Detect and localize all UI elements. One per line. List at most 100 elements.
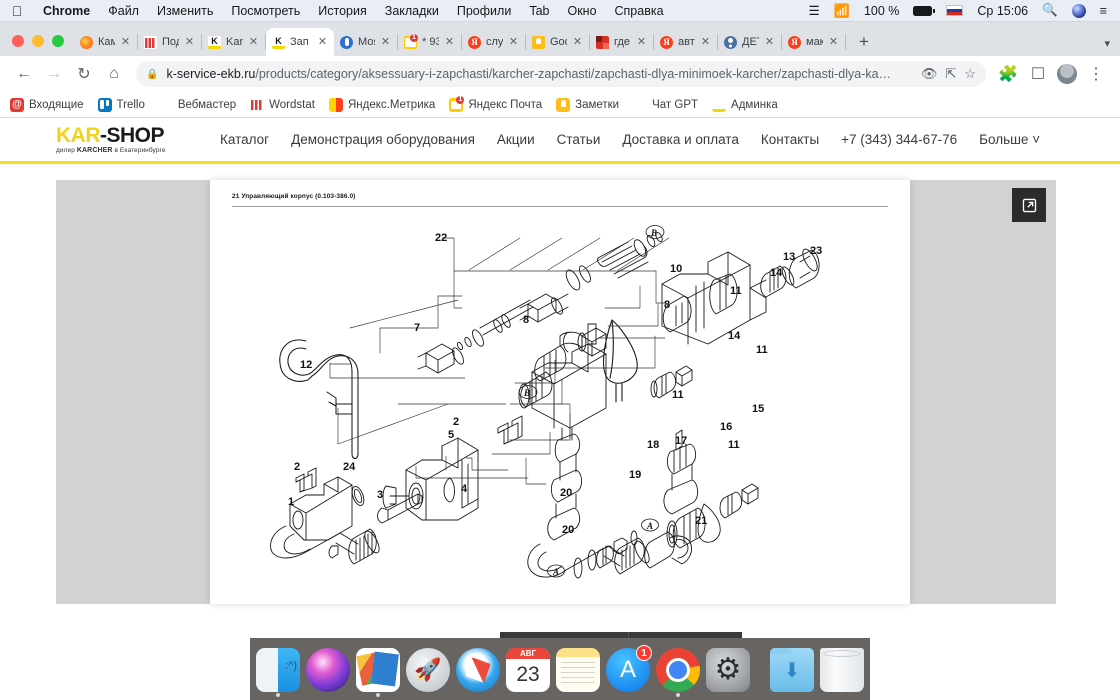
apple-logo-icon[interactable]:  [0,4,34,18]
menu-item-window[interactable]: Окно [558,4,605,18]
browser-tab[interactable]: Под ✕ [138,28,201,56]
bookmark-item[interactable]: K Админка [712,97,778,112]
nav-item-more[interactable]: Больше ˅ [979,132,1040,147]
bookmark-item[interactable]: Trello [97,97,145,112]
dock-item-safari[interactable] [456,648,500,692]
dock-item-system-preferences[interactable] [706,648,750,692]
back-arrow-icon[interactable]: ← [10,60,38,88]
menu-item-bookmarks[interactable]: Закладки [376,4,448,18]
yandex-metrika-icon [328,97,343,112]
browser-tab[interactable]: K Karc ✕ [202,28,265,56]
menu-item-help[interactable]: Справка [606,4,673,18]
bookmark-item[interactable]: Яндекс Почта [449,95,542,112]
trash-icon [820,648,864,692]
notification-center-icon[interactable]: ≡ [1093,4,1114,18]
dock-item-chrome[interactable] [656,648,700,697]
bookmark-item[interactable]: Входящие [10,97,84,112]
menu-item-edit[interactable]: Изменить [148,4,222,18]
dock-item-notes[interactable] [556,648,600,692]
eye-slash-icon[interactable]: 👁 [921,66,938,82]
bookmark-item[interactable]: </> Вебмастер [158,97,236,112]
control-center-icon[interactable]: ☰️ [802,3,827,18]
dock-item-pages[interactable] [356,648,400,697]
browser-tab[interactable]: где ✕ [590,28,653,56]
close-tab-icon[interactable]: ✕ [317,36,328,48]
wordstat-bars-icon [250,97,265,112]
menu-item-chrome[interactable]: Chrome [34,4,99,18]
close-tab-icon[interactable]: ✕ [184,36,195,48]
close-tab-icon[interactable]: ✕ [828,36,839,48]
input-language-flag-icon[interactable] [939,5,970,16]
profile-blue-icon [340,35,353,49]
browser-tab[interactable]: ДЕТ ✕ [718,28,781,56]
bookmark-item[interactable]: Wordstat [250,97,315,112]
nav-item-promos[interactable]: Акции [497,132,535,147]
close-tab-icon[interactable]: ✕ [444,36,455,48]
share-icon[interactable]: ⇱ [945,66,956,82]
chevron-down-icon[interactable]: ▾ [1104,37,1110,50]
forward-arrow-icon[interactable]: → [40,60,68,88]
zoom-window-button[interactable] [52,35,64,47]
dock-item-app-store[interactable]: 1 [606,645,652,692]
menu-bar-clock[interactable]: Ср 15:06 [970,4,1035,18]
close-tab-icon[interactable]: ✕ [636,36,647,48]
window-controls[interactable] [8,35,74,56]
browser-tab[interactable]: * 93 ✕ [398,28,461,56]
dock-item-finder[interactable] [256,648,300,697]
svg-text:20: 20 [560,487,572,499]
bookmark-item[interactable]: Яндекс.Метрика [328,97,435,112]
nav-item-delivery[interactable]: Доставка и оплата [622,132,738,147]
dock-item-calendar[interactable]: АВГ 23 [506,648,550,692]
menu-item-history[interactable]: История [309,4,375,18]
menu-item-tab[interactable]: Tab [520,4,558,18]
profile-avatar-icon[interactable] [1057,64,1077,84]
browser-tab[interactable]: Я авто ✕ [654,28,717,56]
close-window-button[interactable] [12,35,24,47]
side-panel-icon[interactable]: ☐ [1024,60,1052,88]
address-bar[interactable]: 🔒 k-service-ekb.ru/products/category/aks… [136,61,986,87]
close-tab-icon[interactable]: ✕ [700,36,711,48]
dock-item-siri[interactable] [306,648,350,692]
browser-tab[interactable]: Моя ✕ [334,28,397,56]
nav-item-catalog[interactable]: Каталог [220,132,269,147]
reload-icon[interactable]: ↻ [70,60,98,88]
nav-item-articles[interactable]: Статьи [557,132,601,147]
bookmark-item[interactable]: Заметки [556,97,619,112]
wifi-icon[interactable]: 📶 [827,3,857,19]
nav-item-phone[interactable]: +7 (343) 344-67-76 [841,132,957,147]
browser-tab[interactable]: Я мак ✕ [782,28,845,56]
tab-strip: Кам ✕ Под ✕ K Karc ✕ K Зап ✕ [0,22,1120,56]
spotlight-search-icon[interactable]: 🔍 [1035,3,1065,18]
browser-tab-active[interactable]: K Зап ✕ [266,28,334,56]
three-dot-menu-icon[interactable]: ⋮ [1082,60,1110,88]
close-tab-icon[interactable]: ✕ [508,36,519,48]
open-in-new-window-icon[interactable] [1012,188,1046,222]
downloads-folder-icon [770,648,814,692]
star-icon[interactable]: ☆ [964,66,976,82]
siri-icon[interactable] [1065,3,1093,18]
dock-item-launchpad[interactable] [406,648,450,692]
new-tab-button[interactable]: + [850,28,878,56]
browser-tab[interactable]: Goo ✕ [526,28,589,56]
minimize-window-button[interactable] [32,35,44,47]
bookmark-item[interactable]: ❊ Чат GPT [633,97,698,112]
close-tab-icon[interactable]: ✕ [572,36,583,48]
browser-tab[interactable]: Я слу ✕ [462,28,525,56]
home-icon[interactable]: ⌂ [100,60,128,88]
dock-item-trash[interactable] [820,648,864,692]
menu-item-profiles[interactable]: Профили [448,4,520,18]
battery-charging-icon[interactable] [906,5,939,16]
browser-tab[interactable]: Кам ✕ [74,28,137,56]
site-logo[interactable]: KAR-SHOP дилер KARCHER в Екатеринбурге [56,125,186,154]
extensions-puzzle-icon[interactable]: 🧩 [994,60,1022,88]
pdf-viewer-canvas[interactable]: 21 Управляющий корпус (0.103-386.0) 22 7… [56,180,1056,638]
nav-item-demo[interactable]: Демонстрация оборудования [291,132,475,147]
nav-item-contacts[interactable]: Контакты [761,132,819,147]
dock-item-downloads[interactable] [770,648,814,692]
close-tab-icon[interactable]: ✕ [764,36,775,48]
close-tab-icon[interactable]: ✕ [120,36,131,48]
close-tab-icon[interactable]: ✕ [248,36,259,48]
close-tab-icon[interactable]: ✕ [380,36,391,48]
menu-item-file[interactable]: Файл [99,4,148,18]
menu-item-view[interactable]: Посмотреть [222,4,309,18]
